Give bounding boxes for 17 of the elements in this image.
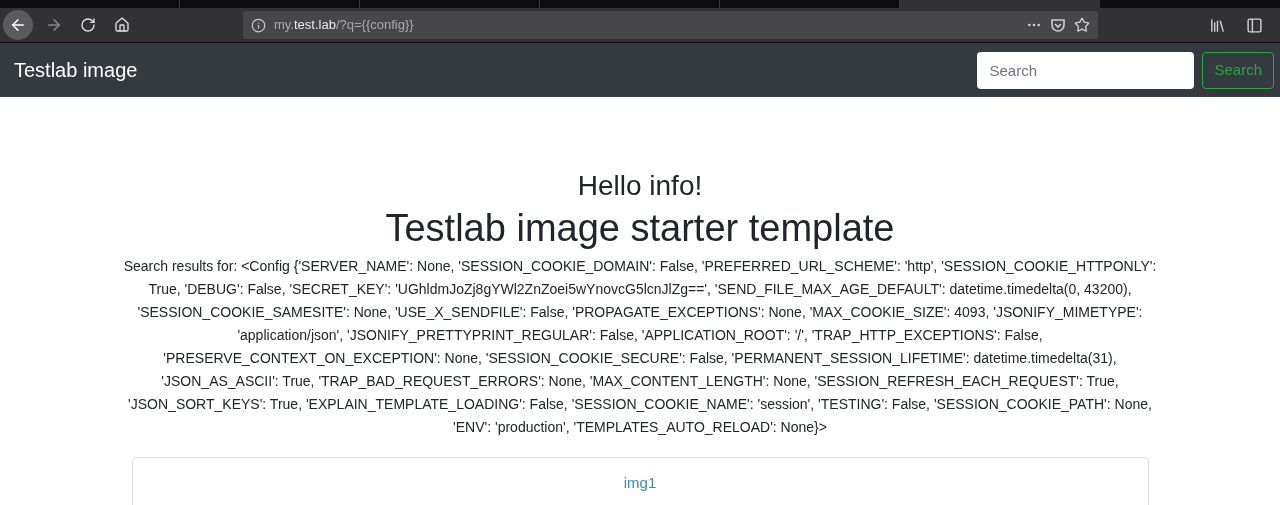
greeting-heading: Hello info! xyxy=(577,169,703,203)
info-icon xyxy=(251,17,266,33)
search-results-text: Search results for: <Config {'SERVER_NAME': None, 'SESSION_COOKIE_DOMAIN': False, 'PREFERRED_URL_SCHEME': 'http', 'SESSION_COOKIE_HTTPONLY': True, 'DEBUG': False, 'SECRET_KEY': 'UGhldmJoZj8gYWl2ZnZoei5wYnovcG5lcnJlZg==', 'SEND_FILE_MAX_AGE_DEFAULT': datetime.timedelta(0, 43200), 'SESSION_COOKIE_SAMESITE': None, 'USE_X_SENDFILE': False, 'PROPAGATE_EXCEPTIONS': None, 'MAX_COOKIE_SIZE': 4093, 'JSONIFY_MIMETYPE': 'application/json', 'JSONIFY_PRETTYPRINT_REGULAR': False, 'APPLICATION_ROOT': '/', 'TRAP_HTTP_EXCEPTIONS': False, 'PRESERVE_CONTEXT_ON_EXCEPTION': None, 'SESSION_COOKIE_SECURE': False, 'PERMANENT_SESSION_LIFETIME': datetime.timedelta(31), 'JSON_AS_ASCII': True, 'TRAP_BAD_REQUEST_ERRORS': None, 'MAX_CONTENT_LENGTH': None, 'SESSION_REFRESH_EACH_REQUEST': True, 'JSON_SORT_KEYS': True, 'EXPLAIN_TEMPLATE_LOADING': False, 'SESSION_COOKIE_NAME': 'session', 'TESTING': False, 'SESSION_COOKIE_PATH': None, 'ENV': 'production', 'TEMPLATES_AUTO_RELOAD': None}> xyxy=(122,257,1158,437)
sidebar-icon xyxy=(1246,16,1263,34)
search-field[interactable]: Search xyxy=(977,51,1195,89)
forward-arrow-icon xyxy=(45,16,63,34)
search-button[interactable]: Search xyxy=(1202,51,1274,89)
reload-icon xyxy=(80,17,96,33)
star-icon xyxy=(1074,17,1090,33)
url-text: my.test.lab/?q={{config}} xyxy=(274,16,414,35)
image-link[interactable]: img1 xyxy=(623,472,657,495)
brand-title: Testlab image xyxy=(14,58,138,83)
home-icon xyxy=(114,17,130,33)
page-title: Testlab image starter template xyxy=(385,206,895,251)
back-button[interactable] xyxy=(3,10,33,40)
library-icon xyxy=(1209,16,1226,34)
address-bar[interactable]: my.test.lab/?q={{config}} xyxy=(243,11,1098,39)
